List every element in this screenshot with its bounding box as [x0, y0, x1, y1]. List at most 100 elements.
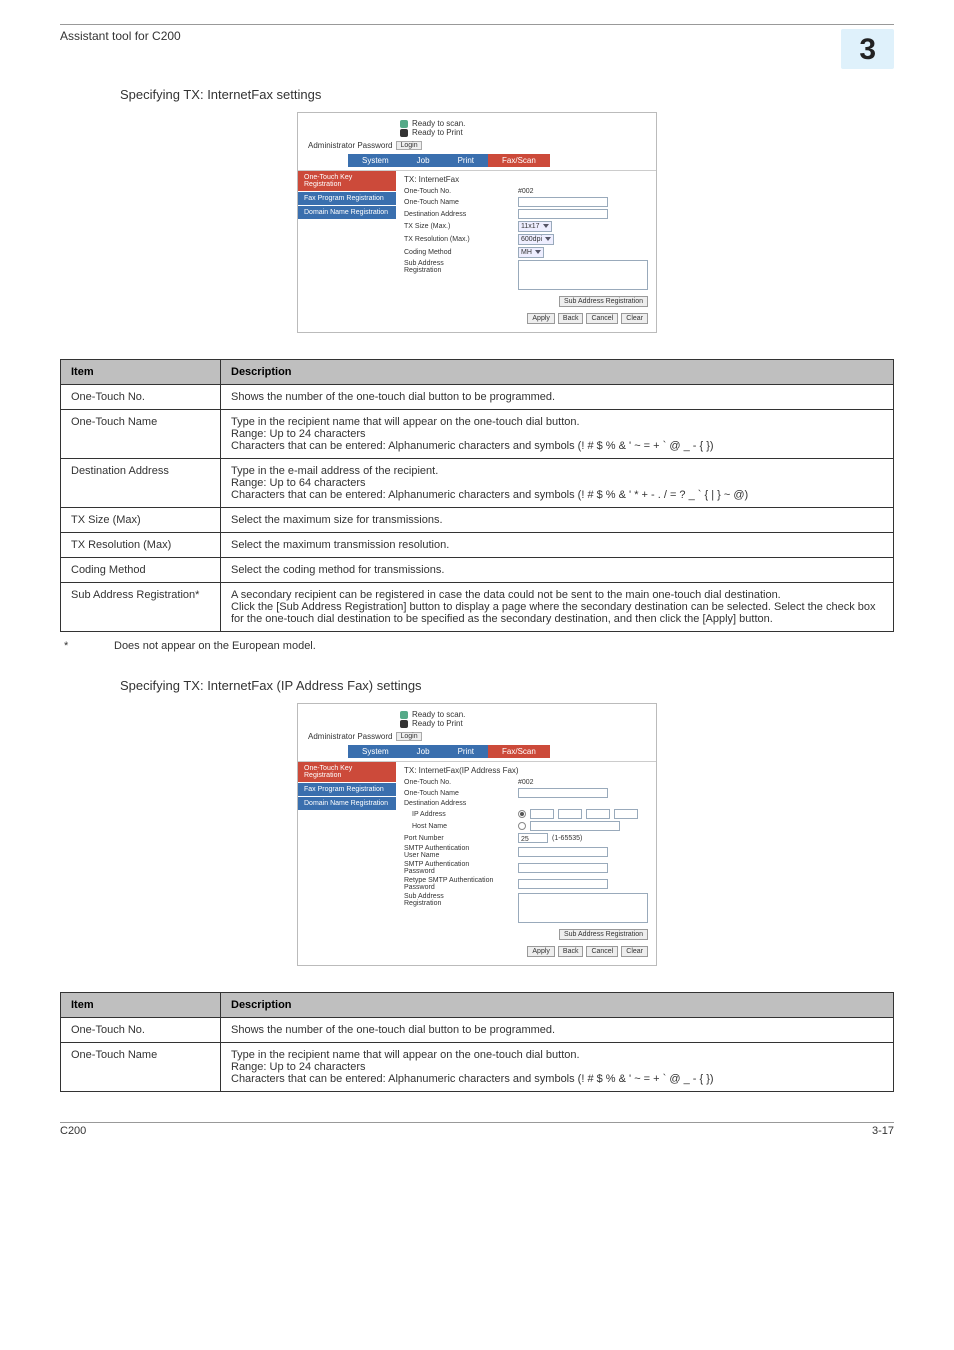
label-txsize: TX Size (Max.) [404, 223, 514, 230]
table2-r1-item: One-Touch Name [61, 1043, 221, 1092]
table-row: Coding MethodSelect the coding method fo… [61, 558, 894, 583]
table1-r2-item: Destination Address [61, 459, 221, 508]
table-row: TX Size (Max)Select the maximum size for… [61, 508, 894, 533]
sub-address-registration-button[interactable]: Sub Address Registration [559, 929, 648, 940]
label-txres: TX Resolution (Max.) [404, 236, 514, 243]
tab-system[interactable]: System [348, 745, 403, 758]
section-title-1: Specifying TX: InternetFax settings [120, 87, 894, 102]
table2-header-desc: Description [221, 993, 894, 1018]
nav-onetouch-registration[interactable]: One-Touch Key Registration [298, 171, 396, 192]
screenshot-internetfax: Ready to scan. Ready to Print Administra… [297, 112, 657, 333]
select-txsize[interactable]: 11x17 [518, 221, 552, 232]
label-ip: IP Address [404, 811, 514, 818]
input-ip-4[interactable] [614, 809, 638, 819]
admin-password-label: Administrator Password [308, 732, 392, 741]
label-onetouch-no: One-Touch No. [404, 779, 514, 786]
status-icon [400, 120, 408, 128]
cancel-button[interactable]: Cancel [586, 946, 618, 957]
table-row: TX Resolution (Max)Select the maximum tr… [61, 533, 894, 558]
label-onetouch-no: One-Touch No. [404, 188, 514, 195]
radio-ip[interactable] [518, 810, 526, 818]
label-destination: Destination Address [404, 800, 514, 807]
textarea-subaddress[interactable] [518, 260, 648, 290]
back-button[interactable]: Back [558, 313, 584, 324]
table1-r3-desc: Select the maximum size for transmission… [221, 508, 894, 533]
status-print: Ready to Print [412, 719, 463, 728]
footnote: *Does not appear on the European model. [64, 640, 894, 652]
table-row: One-Touch NameType in the recipient name… [61, 410, 894, 459]
tab-print[interactable]: Print [444, 154, 488, 167]
table2-r0-desc: Shows the number of the one-touch dial b… [221, 1018, 894, 1043]
table1-r1-desc: Type in the recipient name that will app… [221, 410, 894, 459]
input-host[interactable] [530, 821, 620, 831]
table1-r5-item: Coding Method [61, 558, 221, 583]
status-icon [400, 711, 408, 719]
table1-r1-item: One-Touch Name [61, 410, 221, 459]
input-onetouch-name[interactable] [518, 788, 608, 798]
table2-r0-item: One-Touch No. [61, 1018, 221, 1043]
input-ip-2[interactable] [558, 809, 582, 819]
table1-r4-item: TX Resolution (Max) [61, 533, 221, 558]
nav-domain-name[interactable]: Domain Name Registration [298, 206, 396, 220]
tab-faxscan[interactable]: Fax/Scan [488, 154, 550, 167]
sub-address-registration-button[interactable]: Sub Address Registration [559, 296, 648, 307]
nav-domain-name[interactable]: Domain Name Registration [298, 797, 396, 811]
tab-faxscan[interactable]: Fax/Scan [488, 745, 550, 758]
tab-system[interactable]: System [348, 154, 403, 167]
printer-icon [400, 720, 408, 728]
form-title: TX: InternetFax [404, 175, 648, 184]
status-scan: Ready to scan. [412, 119, 465, 128]
item-description-table-1: Item Description One-Touch No.Shows the … [60, 359, 894, 632]
input-destination[interactable] [518, 209, 608, 219]
input-port[interactable]: 25 [518, 833, 548, 843]
table-row: One-Touch No.Shows the number of the one… [61, 385, 894, 410]
input-onetouch-name[interactable] [518, 197, 608, 207]
nav-fax-program[interactable]: Fax Program Registration [298, 783, 396, 797]
input-port-value: 25 [519, 836, 529, 843]
screenshot-ipaddressfax: Ready to scan. Ready to Print Administra… [297, 703, 657, 966]
table1-r6-desc: A secondary recipient can be registered … [221, 583, 894, 632]
label-smtp-user: SMTP Authentication User Name [404, 845, 514, 859]
table1-r5-desc: Select the coding method for transmissio… [221, 558, 894, 583]
label-host: Host Name [404, 823, 514, 830]
label-onetouch-name: One-Touch Name [404, 199, 514, 206]
nav-fax-program[interactable]: Fax Program Registration [298, 192, 396, 206]
running-header-left: Assistant tool for C200 [60, 29, 181, 43]
radio-host[interactable] [518, 822, 526, 830]
item-description-table-2: Item Description One-Touch No.Shows the … [60, 992, 894, 1092]
cancel-button[interactable]: Cancel [586, 313, 618, 324]
select-txres[interactable]: 600dpi [518, 234, 554, 245]
label-destination: Destination Address [404, 211, 514, 218]
input-smtp-user[interactable] [518, 847, 608, 857]
apply-button[interactable]: Apply [527, 313, 555, 324]
login-button[interactable]: Login [396, 732, 421, 741]
select-coding[interactable]: MH [518, 247, 544, 258]
table-row: One-Touch NameType in the recipient name… [61, 1043, 894, 1092]
label-coding: Coding Method [404, 249, 514, 256]
admin-password-label: Administrator Password [308, 141, 392, 150]
input-smtp-pass2[interactable] [518, 879, 608, 889]
clear-button[interactable]: Clear [621, 313, 648, 324]
table-row: Sub Address Registration*A secondary rec… [61, 583, 894, 632]
label-port: Port Number [404, 835, 514, 842]
footer-left: C200 [60, 1125, 86, 1137]
tab-print[interactable]: Print [444, 745, 488, 758]
value-onetouch-no: #002 [518, 188, 534, 195]
nav-onetouch-registration[interactable]: One-Touch Key Registration [298, 762, 396, 783]
table2-header-item: Item [61, 993, 221, 1018]
footnote-star: * [64, 640, 114, 652]
table1-r3-item: TX Size (Max) [61, 508, 221, 533]
label-smtp-pass: SMTP Authentication Password [404, 861, 514, 875]
input-smtp-pass[interactable] [518, 863, 608, 873]
tab-job[interactable]: Job [403, 745, 444, 758]
table2-r1-desc: Type in the recipient name that will app… [221, 1043, 894, 1092]
input-ip-1[interactable] [530, 809, 554, 819]
back-button[interactable]: Back [558, 946, 584, 957]
tab-job[interactable]: Job [403, 154, 444, 167]
textarea-subaddress[interactable] [518, 893, 648, 923]
input-ip-3[interactable] [586, 809, 610, 819]
apply-button[interactable]: Apply [527, 946, 555, 957]
login-button[interactable]: Login [396, 141, 421, 150]
clear-button[interactable]: Clear [621, 946, 648, 957]
select-txsize-value: 11x17 [521, 223, 540, 230]
